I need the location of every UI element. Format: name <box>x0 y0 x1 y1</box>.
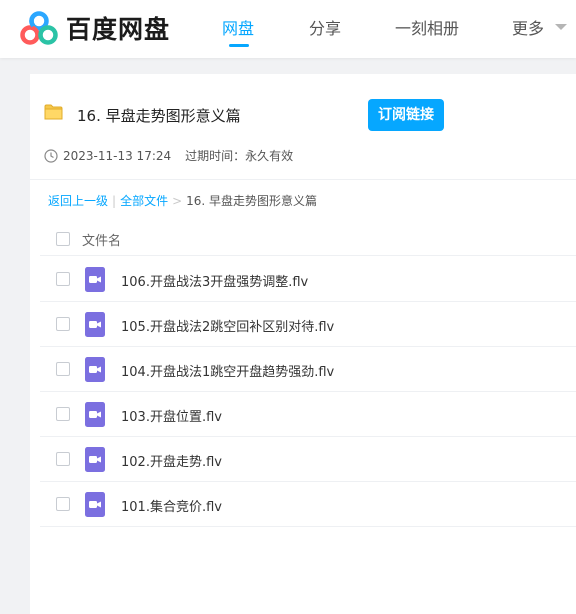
select-all-checkbox[interactable] <box>56 232 70 246</box>
column-header-filename: 文件名 <box>82 234 122 249</box>
nav-netdisk[interactable]: 网盘 <box>222 15 254 39</box>
folder-icon <box>44 104 63 120</box>
file-row[interactable]: 104.开盘战法1跳空开盘趋势强劲.flv <box>40 347 576 392</box>
nav-share[interactable]: 分享 <box>309 15 341 39</box>
file-row[interactable]: 105.开盘战法2跳空回补区别对待.flv <box>40 302 576 347</box>
breadcrumb-current: 16. 早盘走势图形意义篇 <box>186 194 318 208</box>
logo-text: 百度网盘 <box>66 15 171 44</box>
clock-icon <box>44 148 58 163</box>
file-name[interactable]: 101.集合竞价.flv <box>121 496 222 515</box>
share-card: 16. 早盘走势图形意义篇 订阅链接 2023-11-13 17:24 过期时间… <box>30 74 576 614</box>
logo[interactable]: 百度网盘 <box>20 10 170 46</box>
top-bar: 百度网盘 网盘 分享 一刻相册 更多 <box>0 0 576 58</box>
expire-time: 过期时间：永久有效 <box>185 149 294 163</box>
file-row[interactable]: 101.集合竞价.flv <box>40 482 576 527</box>
file-row-checkbox[interactable] <box>56 452 70 466</box>
breadcrumb: 返回上一级 | 全部文件 > 16. 早盘走势图形意义篇 <box>48 192 317 209</box>
baidu-netdisk-logo-icon <box>20 11 58 45</box>
subscribe-button[interactable]: 订阅链接 <box>368 99 444 131</box>
file-row-checkbox[interactable] <box>56 497 70 511</box>
file-row-checkbox[interactable] <box>56 317 70 331</box>
file-row[interactable]: 106.开盘战法3开盘强势调整.flv <box>40 257 576 302</box>
file-name[interactable]: 103.开盘位置.flv <box>121 406 222 425</box>
file-name[interactable]: 104.开盘战法1跳空开盘趋势强劲.flv <box>121 361 334 380</box>
share-meta: 2023-11-13 17:24 过期时间：永久有效 <box>44 147 293 164</box>
breadcrumb-back-link[interactable]: 返回上一级 <box>48 192 108 209</box>
file-row-checkbox[interactable] <box>56 407 70 421</box>
video-file-icon <box>85 312 105 337</box>
file-row-checkbox[interactable] <box>56 362 70 376</box>
file-row[interactable]: 102.开盘走势.flv <box>40 437 576 482</box>
video-file-icon <box>85 267 105 292</box>
breadcrumb-divider: | <box>112 193 117 208</box>
video-file-icon <box>85 492 105 517</box>
file-name[interactable]: 106.开盘战法3开盘强势调整.flv <box>121 271 308 290</box>
file-name[interactable]: 102.开盘走势.flv <box>121 451 222 470</box>
file-name[interactable]: 105.开盘战法2跳空回补区别对待.flv <box>121 316 334 335</box>
file-row[interactable]: 103.开盘位置.flv <box>40 392 576 437</box>
video-file-icon <box>85 402 105 427</box>
video-file-icon <box>85 357 105 382</box>
nav-album[interactable]: 一刻相册 <box>395 15 459 39</box>
created-time: 2023-11-13 17:24 <box>63 148 172 163</box>
nav-more[interactable]: 更多 <box>512 15 544 39</box>
breadcrumb-arrow: > <box>172 193 183 208</box>
file-list-header: 文件名 <box>40 218 576 256</box>
breadcrumb-all-files-link[interactable]: 全部文件 <box>120 192 168 209</box>
nav-active-indicator <box>229 44 249 47</box>
chevron-down-icon[interactable] <box>555 24 567 30</box>
video-file-icon <box>85 447 105 472</box>
share-title: 16. 早盘走势图形意义篇 <box>77 107 241 125</box>
share-header: 16. 早盘走势图形意义篇 订阅链接 2023-11-13 17:24 过期时间… <box>30 74 576 180</box>
file-row-checkbox[interactable] <box>56 272 70 286</box>
